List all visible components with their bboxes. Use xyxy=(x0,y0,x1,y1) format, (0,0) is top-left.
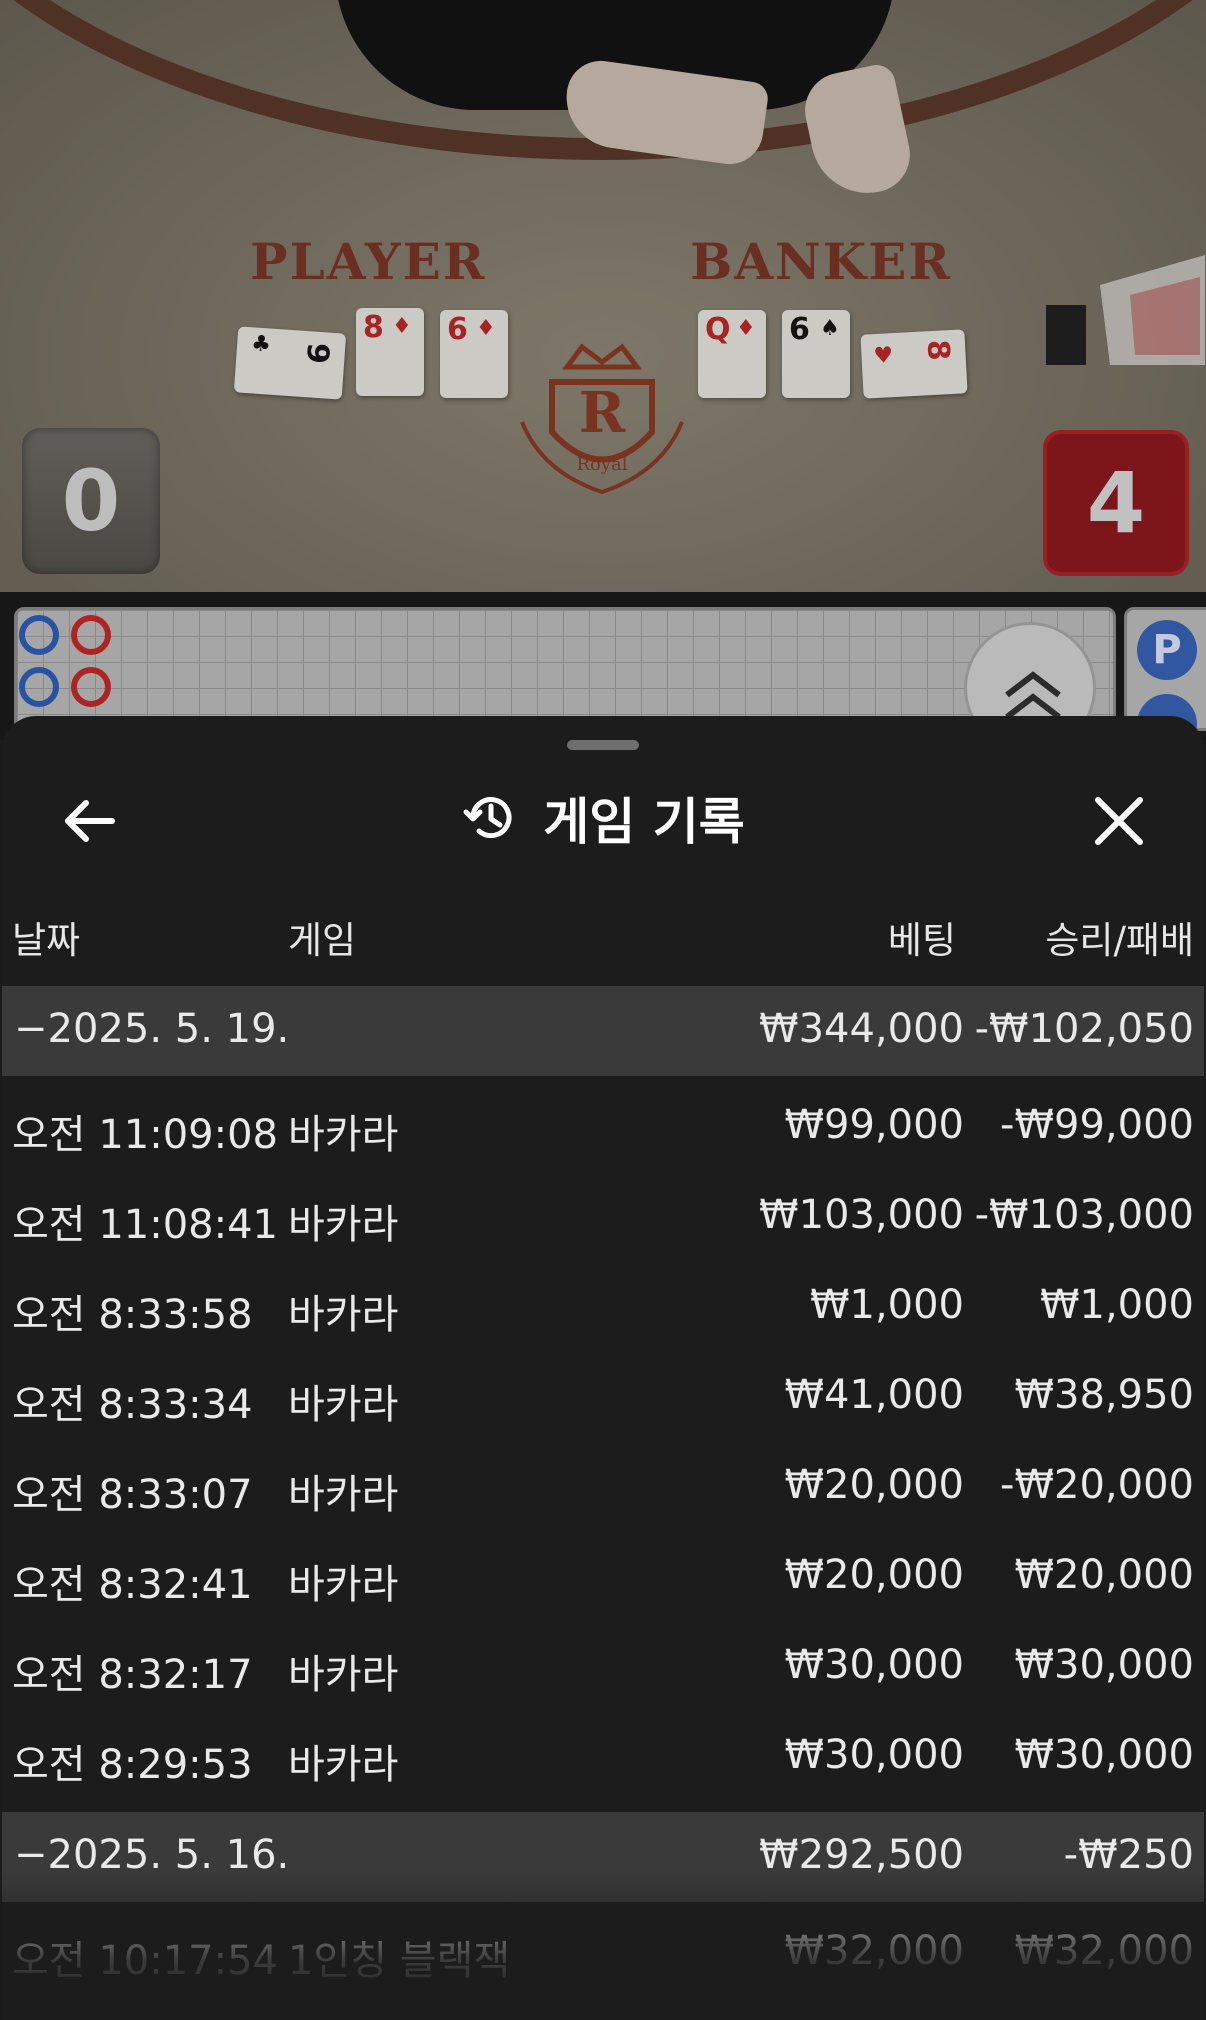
history-table-header: 날짜 게임 베팅 승리/패배 xyxy=(2,906,1204,966)
group-bet-total: ₩344,000 xyxy=(759,1006,964,1052)
row-winloss: ₩30,000 xyxy=(1014,1732,1194,1778)
row-game: 바카라 xyxy=(288,1472,399,1518)
row-game: 바카라 xyxy=(288,1292,399,1338)
row-time: 오전 11:09:08 xyxy=(12,1112,278,1158)
row-winloss: ₩20,000 xyxy=(1014,1552,1194,1598)
row-time: 오전 8:32:17 xyxy=(12,1652,253,1698)
row-time: 오전 8:33:07 xyxy=(12,1472,253,1518)
date-group-row[interactable]: −2025. 5. 19. ₩344,000 -₩102,050 xyxy=(2,986,1204,1076)
group-date: −2025. 5. 16. xyxy=(14,1832,290,1878)
sheet-title: 게임 기록 xyxy=(543,793,745,851)
row-game: 바카라 xyxy=(288,1652,399,1698)
row-winloss: ₩32,000 xyxy=(1014,1928,1194,1974)
history-row[interactable]: 오전 11:08:41 바카라 ₩103,000 -₩103,000 xyxy=(2,1172,1204,1262)
row-game: 바카라 xyxy=(288,1742,399,1788)
row-winloss: -₩103,000 xyxy=(974,1192,1194,1238)
row-winloss: ₩1,000 xyxy=(1039,1282,1194,1328)
row-bet: ₩99,000 xyxy=(784,1102,964,1148)
history-row[interactable]: 오전 8:33:34 바카라 ₩41,000 ₩38,950 xyxy=(2,1352,1204,1442)
row-winloss: ₩38,950 xyxy=(1014,1372,1194,1418)
history-row[interactable]: 오전 8:32:17 바카라 ₩30,000 ₩30,000 xyxy=(2,1622,1204,1712)
history-row[interactable]: 오전 8:33:58 바카라 ₩1,000 ₩1,000 xyxy=(2,1262,1204,1352)
row-time: 오전 8:33:58 xyxy=(12,1292,253,1338)
sheet-header: 게임 기록 xyxy=(2,778,1204,858)
row-game: 바카라 xyxy=(288,1112,399,1158)
row-bet: ₩20,000 xyxy=(784,1552,964,1598)
date-group-row[interactable]: −2025. 5. 16. ₩292,500 -₩250 xyxy=(2,1812,1204,1902)
history-row[interactable]: 오전 8:32:41 바카라 ₩20,000 ₩20,000 xyxy=(2,1532,1204,1622)
column-game: 게임 xyxy=(288,919,357,962)
group-winloss-total: -₩102,050 xyxy=(974,1006,1194,1052)
background-dim xyxy=(0,0,1206,740)
history-row[interactable]: 오전 11:09:08 바카라 ₩99,000 -₩99,000 xyxy=(2,1082,1204,1172)
group-date: −2025. 5. 19. xyxy=(14,1006,290,1052)
row-time: 오전 8:29:53 xyxy=(12,1742,253,1788)
close-icon xyxy=(1095,797,1143,845)
column-date: 날짜 xyxy=(12,919,81,962)
group-bet-total: ₩292,500 xyxy=(759,1832,964,1878)
history-row[interactable]: 오전 8:29:53 바카라 ₩30,000 ₩30,000 xyxy=(2,1712,1204,1802)
column-winloss: 승리/패배 xyxy=(1045,919,1194,962)
row-game: 바카라 xyxy=(288,1382,399,1428)
row-bet: ₩32,000 xyxy=(784,1928,964,1974)
row-winloss: -₩20,000 xyxy=(1000,1462,1194,1508)
close-button[interactable] xyxy=(1084,786,1154,856)
row-bet: ₩103,000 xyxy=(759,1192,964,1238)
history-row[interactable]: 오전 8:33:07 바카라 ₩20,000 -₩20,000 xyxy=(2,1442,1204,1532)
row-bet: ₩1,000 xyxy=(809,1282,964,1328)
row-game: 바카라 xyxy=(288,1202,399,1248)
row-bet: ₩30,000 xyxy=(784,1642,964,1688)
row-winloss: ₩30,000 xyxy=(1014,1642,1194,1688)
row-game: 1인칭 블랙잭 xyxy=(288,1938,511,1984)
row-bet: ₩20,000 xyxy=(784,1462,964,1508)
row-winloss: -₩99,000 xyxy=(1000,1102,1194,1148)
row-game: 바카라 xyxy=(288,1562,399,1608)
history-icon xyxy=(463,797,512,839)
sheet-drag-handle[interactable] xyxy=(567,740,639,750)
row-bet: ₩41,000 xyxy=(784,1372,964,1418)
row-time: 오전 8:33:34 xyxy=(12,1382,253,1428)
group-winloss-total: -₩250 xyxy=(1063,1832,1194,1878)
row-time: 오전 10:17:54 xyxy=(12,1938,278,1984)
column-bet: 베팅 xyxy=(887,919,956,962)
row-bet: ₩30,000 xyxy=(784,1732,964,1778)
history-row[interactable]: 오전 10:17:54 1인칭 블랙잭 ₩32,000 ₩32,000 xyxy=(2,1908,1204,1998)
row-time: 오전 8:32:41 xyxy=(12,1562,253,1608)
game-history-sheet: 게임 기록 날짜 게임 베팅 승리/패배 −2025. 5. 19. ₩344,… xyxy=(2,716,1204,2020)
row-time: 오전 11:08:41 xyxy=(12,1202,278,1248)
